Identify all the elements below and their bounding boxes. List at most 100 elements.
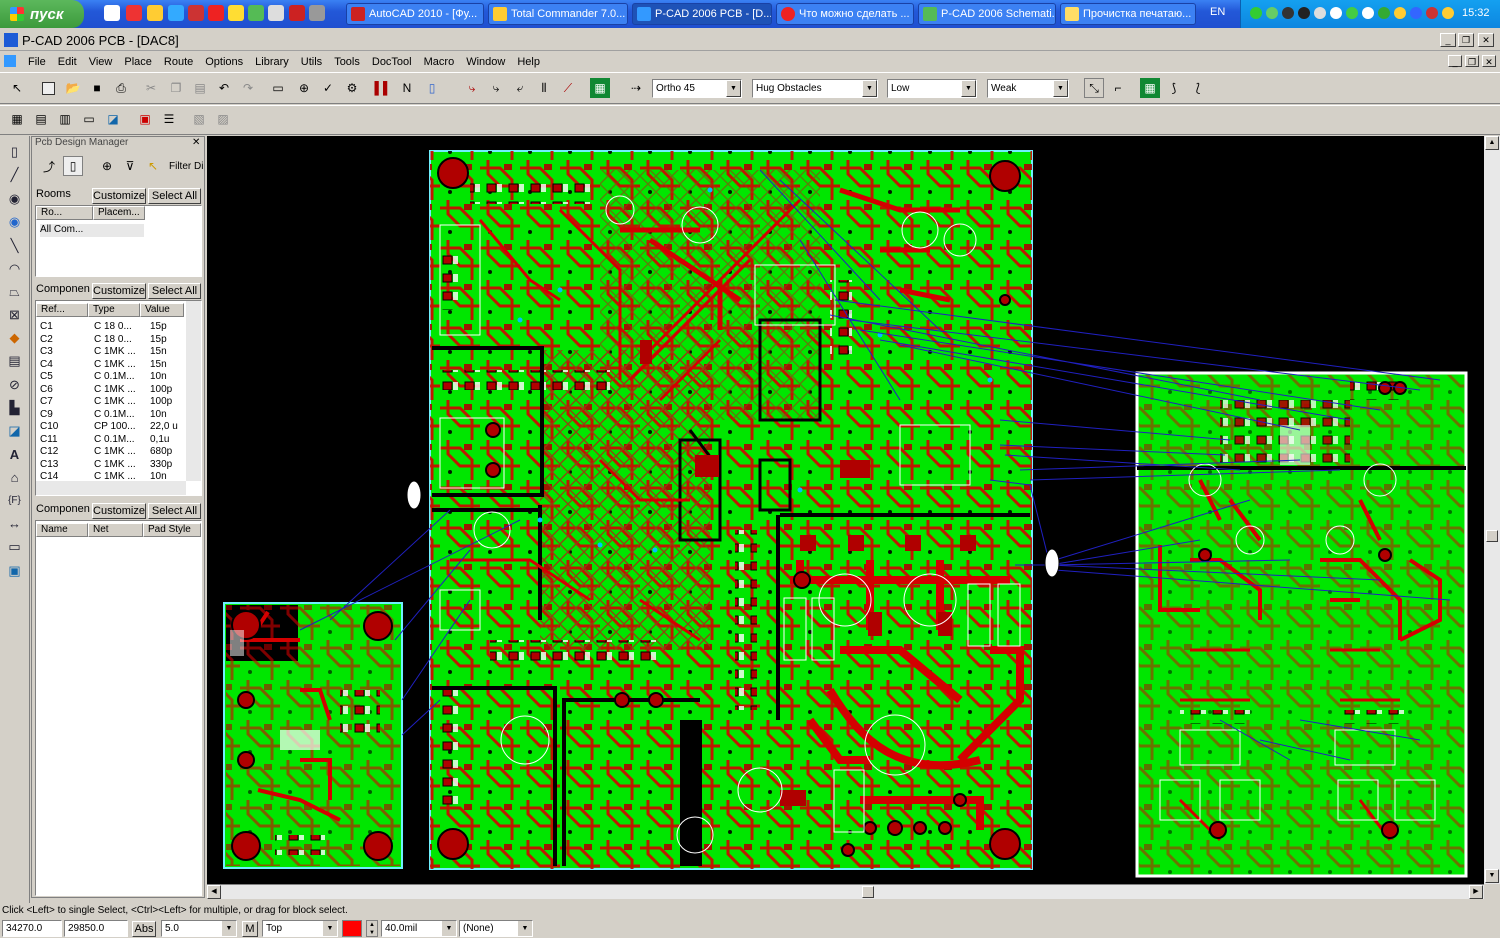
menu-view[interactable]: View: [83, 56, 119, 68]
rooms-list[interactable]: Ro... Placem... All Com...: [35, 205, 202, 277]
jump-icon[interactable]: ↖: [143, 156, 163, 176]
main-board[interactable]: [429, 150, 1033, 870]
rooms-select-all-button[interactable]: Select All: [148, 188, 201, 204]
task-total-commander[interactable]: Total Commander 7.0...: [488, 3, 628, 25]
grid-icon[interactable]: ▦: [7, 109, 27, 129]
menu-utils[interactable]: Utils: [295, 56, 328, 68]
tray-icon[interactable]: [1426, 7, 1438, 19]
cut-icon[interactable]: ✂: [141, 78, 161, 98]
pads-select-all-button[interactable]: Select All: [148, 503, 201, 519]
quicklaunch-save-icon[interactable]: [188, 5, 204, 21]
optimization-select[interactable]: Low ▼: [887, 79, 977, 98]
table-row[interactable]: C13 C 1MK ... 330p: [40, 459, 190, 472]
pcb-canvas[interactable]: [207, 136, 1484, 884]
tray-icon[interactable]: [1266, 7, 1278, 19]
prop2-icon[interactable]: ▨: [213, 109, 233, 129]
filter-icon[interactable]: ⊽: [120, 156, 140, 176]
menu-file[interactable]: File: [22, 56, 52, 68]
new-icon[interactable]: [38, 78, 58, 98]
tray-icon[interactable]: [1442, 7, 1454, 19]
m-button[interactable]: M: [242, 921, 258, 937]
board-connector-left[interactable]: [406, 480, 422, 510]
route-mode-icon[interactable]: ⇢: [626, 78, 646, 98]
tray-icon[interactable]: [1250, 7, 1262, 19]
tray-icon[interactable]: [1314, 7, 1326, 19]
place-keepout-icon[interactable]: ⊘: [6, 376, 23, 393]
route2-icon[interactable]: N: [397, 78, 417, 98]
quicklaunch-ie-icon[interactable]: [168, 5, 184, 21]
components-col-type[interactable]: Type: [88, 303, 140, 317]
pads-list[interactable]: Name Net Pad Style: [35, 520, 202, 896]
menu-tools[interactable]: Tools: [328, 56, 366, 68]
menu-place[interactable]: Place: [118, 56, 158, 68]
obstacle-mode-select[interactable]: Hug Obstacles ▼: [752, 79, 878, 98]
select-tool-icon[interactable]: ↖: [7, 78, 27, 98]
list-icon[interactable]: ☰: [159, 109, 179, 129]
place-polygon-icon[interactable]: ⏢: [6, 283, 23, 300]
pull-icon[interactable]: ⟅: [1188, 78, 1208, 98]
doc-minimize-button[interactable]: _: [1448, 55, 1462, 67]
place-diagram-icon[interactable]: ▣: [6, 562, 23, 579]
drc-icon[interactable]: ✓: [318, 78, 338, 98]
scroll-right-icon[interactable]: ▶: [1469, 885, 1483, 899]
strength-select[interactable]: Weak ▼: [987, 79, 1069, 98]
components-vscroll[interactable]: [186, 301, 201, 481]
tray-icon[interactable]: [1362, 7, 1374, 19]
rooms-col-room[interactable]: Ro...: [36, 206, 93, 220]
list-item[interactable]: All Com...: [40, 224, 144, 237]
place-via-icon[interactable]: ◉: [6, 213, 23, 230]
right-board[interactable]: [1135, 371, 1468, 878]
quicklaunch-desktop-icon[interactable]: [104, 5, 120, 21]
tray-icon[interactable]: [1378, 7, 1390, 19]
components-select-all-button[interactable]: Select All: [148, 283, 201, 299]
place-component-icon[interactable]: ▯: [6, 143, 23, 160]
left-board[interactable]: [223, 602, 403, 869]
components-hscroll[interactable]: [36, 481, 186, 495]
copy-icon[interactable]: ❐: [166, 78, 186, 98]
table-row[interactable]: C12 C 1MK ... 680p: [40, 446, 190, 459]
netlist-icon[interactable]: ⚙: [342, 78, 362, 98]
place-line-icon[interactable]: ╲: [6, 237, 23, 254]
menu-library[interactable]: Library: [249, 56, 295, 68]
layer-sets-icon[interactable]: ▥: [55, 109, 75, 129]
minimize-button[interactable]: _: [1440, 33, 1456, 47]
layer-select[interactable]: Top ▼: [262, 920, 338, 937]
vscroll-thumb[interactable]: [1486, 530, 1498, 542]
place-cutout-icon[interactable]: ⊠: [6, 306, 23, 323]
line-width-select[interactable]: 40.0mil ▼: [381, 920, 457, 937]
menu-edit[interactable]: Edit: [52, 56, 83, 68]
canvas-hscroll[interactable]: ◀ ▶: [207, 884, 1484, 899]
table-row[interactable]: C5 C 0.1M... 10n: [40, 371, 190, 384]
tray-icon[interactable]: [1330, 7, 1342, 19]
task-pcad-pcb[interactable]: P-CAD 2006 PCB - [D...: [632, 3, 772, 25]
print-icon[interactable]: ⎙: [111, 78, 131, 98]
pads-col-net[interactable]: Net: [88, 523, 143, 537]
language-indicator[interactable]: EN: [1210, 6, 1225, 18]
canvas-vscroll[interactable]: ▲ ▼: [1484, 136, 1500, 884]
redo-icon[interactable]: ↷: [238, 78, 258, 98]
task-browser[interactable]: Что можно сделать ...: [776, 3, 914, 25]
table-row[interactable]: C2 C 18 0... 15p: [40, 334, 190, 347]
tray-icon[interactable]: [1346, 7, 1358, 19]
quicklaunch-media-icon[interactable]: [228, 5, 244, 21]
components-col-value[interactable]: Value: [140, 303, 184, 317]
board-icon[interactable]: ▦: [1140, 78, 1160, 98]
save-icon[interactable]: ■: [87, 78, 107, 98]
layer-color-swatch[interactable]: [342, 920, 362, 937]
highlight-icon[interactable]: ◪: [103, 109, 123, 129]
place-fill-icon[interactable]: ◪: [6, 422, 23, 439]
table-row[interactable]: C10 CP 100... 22,0 u: [40, 421, 190, 434]
doc-close-button[interactable]: ✕: [1482, 55, 1496, 67]
table-row[interactable]: C1 C 18 0... 15p: [40, 321, 190, 334]
components-list[interactable]: Ref... Type Value C1 C 18 0... 15p C2 C 18 0…: [35, 300, 202, 496]
place-dimension-icon[interactable]: ↔: [6, 515, 23, 532]
push-icon[interactable]: ⟆: [1164, 78, 1184, 98]
bus-route-icon[interactable]: ⫴: [534, 78, 554, 98]
interactive-route-icon[interactable]: ⤶: [510, 78, 530, 98]
tray-icon[interactable]: [1394, 7, 1406, 19]
tray-icon[interactable]: [1298, 7, 1310, 19]
abs-button[interactable]: Abs: [132, 921, 156, 937]
quicklaunch-2-icon[interactable]: [268, 5, 284, 21]
quicklaunch-opera2-icon[interactable]: [208, 5, 224, 21]
table-row[interactable]: C9 C 0.1M... 10n: [40, 409, 190, 422]
